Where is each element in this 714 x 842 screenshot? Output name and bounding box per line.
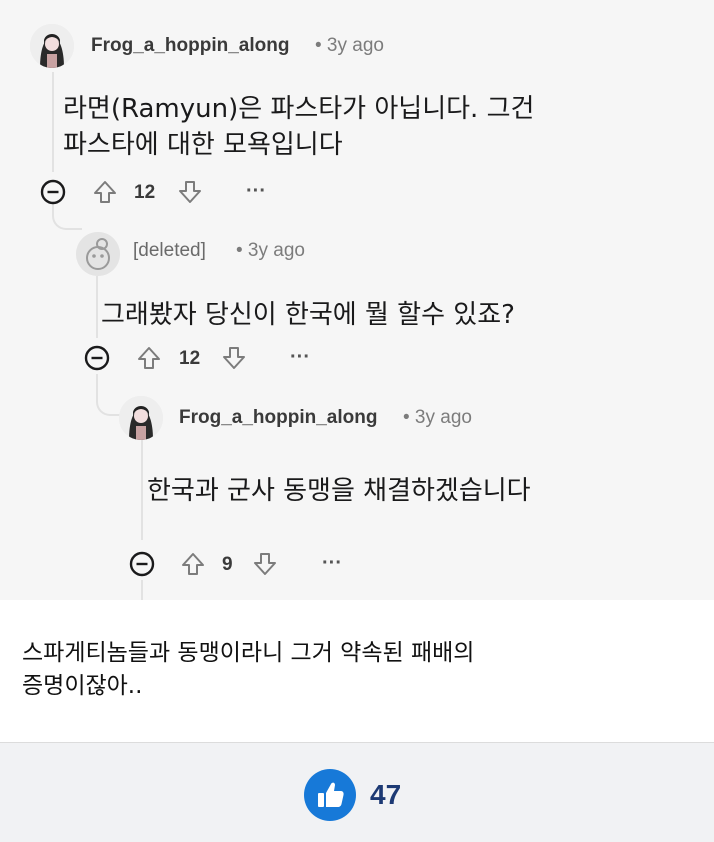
comment-author[interactable]: Frog_a_hoppin_along	[91, 35, 289, 57]
comment-body: 그래봤자 당신이 한국에 뭘 할수 있죠?	[101, 297, 515, 333]
reddit-screenshot: Frog_a_hoppin_along • 3y ago 라면(Ramyun)은…	[0, 0, 714, 600]
comment-timestamp: • 3y ago	[236, 240, 305, 261]
thread-line	[141, 580, 143, 600]
thread-line	[96, 276, 98, 338]
comment-line: 한국과 군사 동맹을 채결하겠습니다	[147, 476, 531, 506]
comment-line: 그래봤자 당신이 한국에 뭘 할수 있죠?	[101, 300, 515, 330]
vote-count: 12	[134, 182, 156, 203]
comment-body: 한국과 군사 동맹을 채결하겠습니다	[147, 473, 531, 509]
thread-line	[52, 72, 54, 172]
thread-connector	[52, 204, 82, 230]
like-count: 47	[370, 779, 402, 810]
avatar[interactable]	[76, 232, 120, 276]
comment-line: 라면(Ramyun)은 파스타가 아닙니다. 그건	[63, 94, 535, 124]
vote-count: 9	[222, 554, 233, 575]
comment-author[interactable]: Frog_a_hoppin_along	[179, 407, 377, 429]
upvote-arrow-icon[interactable]	[136, 345, 162, 371]
downvote-arrow-icon[interactable]	[252, 551, 278, 577]
comment-line: 파스타에 대한 모욕입니다	[63, 130, 343, 160]
collapse-minus-icon[interactable]	[40, 179, 66, 205]
collapse-minus-icon[interactable]	[129, 551, 155, 577]
more-options-icon[interactable]: ···	[290, 346, 310, 369]
vote-count: 12	[179, 348, 201, 369]
avatar[interactable]	[119, 396, 163, 440]
collapse-minus-icon[interactable]	[84, 345, 110, 371]
upvote-arrow-icon[interactable]	[180, 551, 206, 577]
post-caption: 스파게티놈들과 동맹이라니 그거 약속된 패배의 증명이잖아..	[22, 637, 622, 703]
comment-author[interactable]: [deleted]	[133, 240, 206, 262]
like-button[interactable]	[304, 769, 356, 821]
downvote-arrow-icon[interactable]	[221, 345, 247, 371]
more-options-icon[interactable]: ···	[322, 552, 342, 575]
comment-timestamp: • 3y ago	[315, 35, 384, 56]
avatar[interactable]	[30, 24, 74, 68]
downvote-arrow-icon[interactable]	[177, 179, 203, 205]
comment-timestamp: • 3y ago	[403, 407, 472, 428]
more-options-icon[interactable]: ···	[246, 180, 266, 203]
caption-line: 증명이잖아..	[22, 673, 143, 699]
thumbs-up-icon	[318, 782, 344, 807]
upvote-arrow-icon[interactable]	[92, 179, 118, 205]
like-bar: 47	[0, 742, 714, 842]
caption-line: 스파게티놈들과 동맹이라니 그거 약속된 패배의	[22, 640, 475, 666]
comment-body: 라면(Ramyun)은 파스타가 아닙니다. 그건 파스타에 대한 모욕입니다	[63, 91, 534, 163]
thread-line	[141, 440, 143, 540]
